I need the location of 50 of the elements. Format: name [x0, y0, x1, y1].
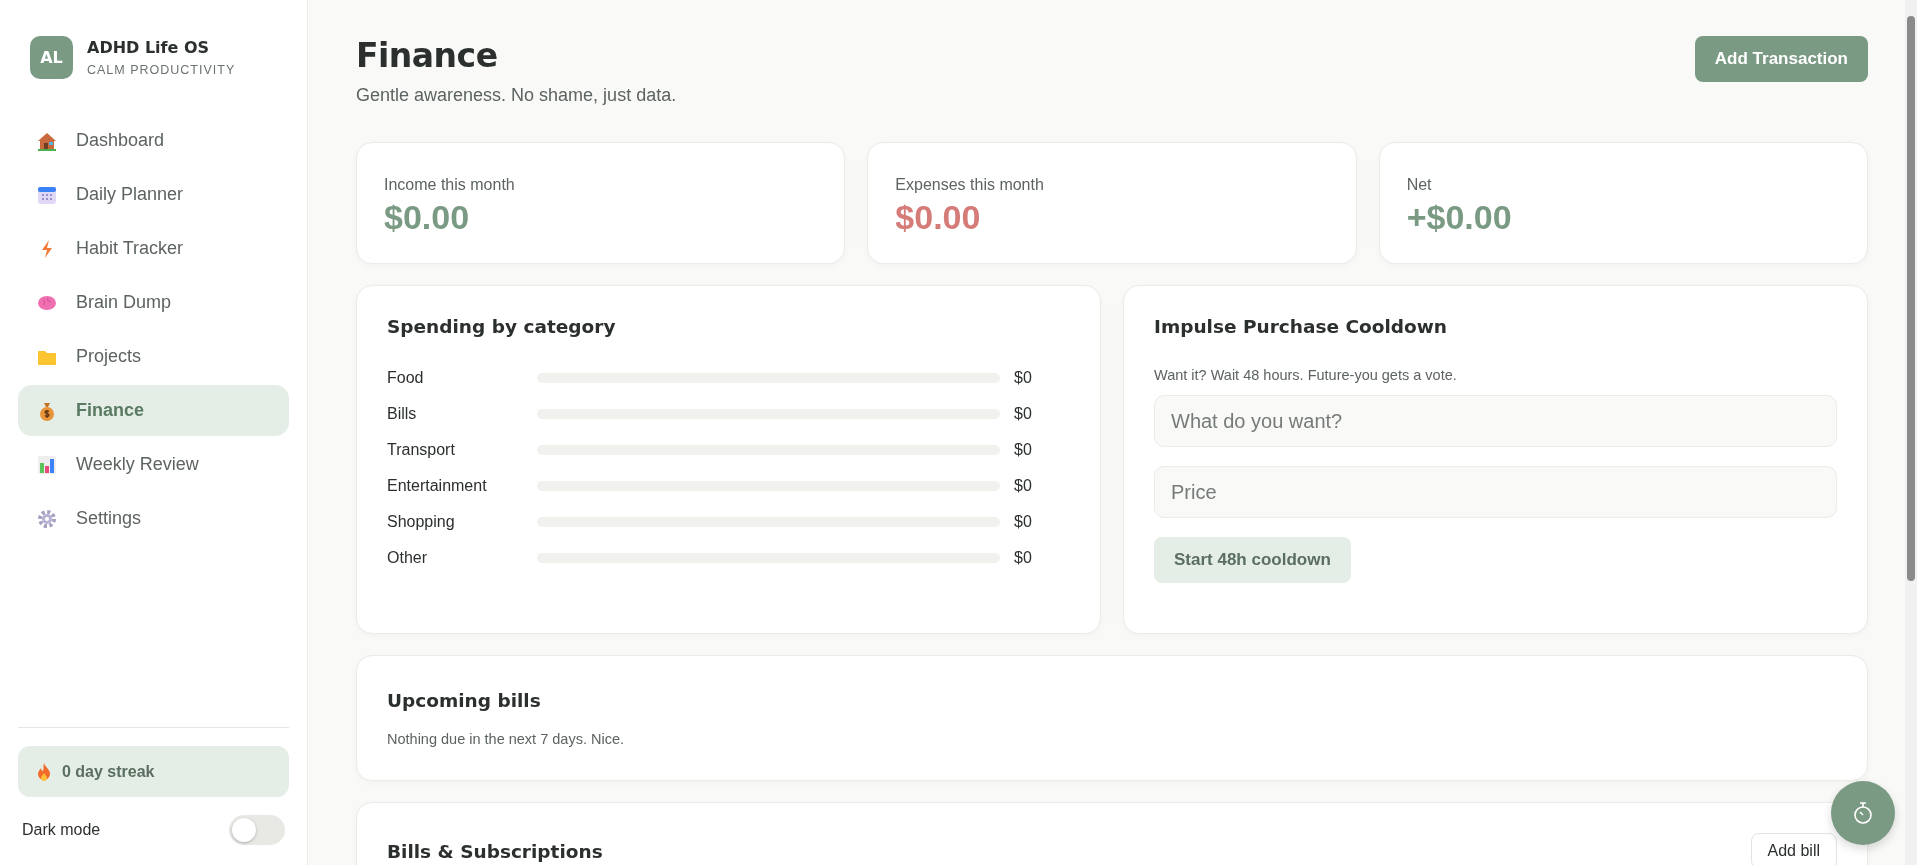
- bar-chart-icon: [36, 453, 58, 476]
- nav-item[interactable]: Brain Dump: [18, 277, 289, 328]
- stat-label: Income this month: [384, 176, 516, 194]
- category-amount: $0: [1014, 441, 1033, 459]
- category-amount: $0: [1014, 549, 1033, 567]
- card-title: Spending by category: [387, 316, 617, 337]
- page-subtitle: Gentle awareness. No shame, just data.: [356, 85, 677, 106]
- input-field[interactable]: What do you want?: [1154, 395, 1837, 447]
- stat-value: $0.00: [895, 198, 982, 237]
- card-title: Impulse Purchase Cooldown: [1154, 316, 1448, 337]
- app-tagline: CALM PRODUCTIVITY: [87, 63, 236, 77]
- nav-item[interactable]: Settings: [18, 493, 289, 544]
- category-amount: $0: [1014, 477, 1033, 495]
- stat-value: +$0.00: [1406, 198, 1513, 237]
- nav-item[interactable]: Projects: [18, 331, 289, 382]
- stopwatch-icon: [1852, 801, 1874, 825]
- card-title: Bills & Subscriptions: [387, 840, 603, 862]
- category-name: Entertainment: [387, 477, 488, 495]
- nav-item[interactable]: Daily Planner: [18, 169, 289, 220]
- category-name: Other: [387, 549, 428, 567]
- category-amount: $0: [1014, 405, 1033, 423]
- category-amount: $0: [1014, 369, 1033, 387]
- card-title: Upcoming bills: [387, 690, 542, 711]
- add-bill-button[interactable]: Add bill: [1750, 833, 1837, 865]
- start-cooldown-button[interactable]: Start 48h cooldown: [1154, 537, 1351, 583]
- streak-text: 0 day streak: [62, 762, 155, 781]
- nav-item[interactable]: Habit Tracker: [18, 223, 289, 274]
- scrollbar[interactable]: [1905, 0, 1917, 865]
- timer-button[interactable]: [1831, 781, 1895, 845]
- category-name: Transport: [387, 441, 456, 459]
- category-name: Bills: [387, 405, 418, 423]
- page-title: Finance: [356, 36, 499, 75]
- stat-label: Expenses this month: [895, 176, 1045, 194]
- nav-item[interactable]: Weekly Review: [18, 439, 289, 490]
- stat-label: Net: [1406, 176, 1433, 194]
- empty-message: Nothing due in the next 7 days. Nice.: [387, 731, 625, 747]
- app-name: ADHD Life OS: [87, 38, 211, 57]
- category-name: Food: [387, 369, 425, 387]
- cooldown-hint: Want it? Wait 48 hours. Future-you gets a vote.: [1154, 367, 1458, 383]
- dark-mode-label: Dark mode: [22, 821, 101, 839]
- fire-icon: [36, 761, 52, 782]
- category-name: Shopping: [387, 513, 456, 531]
- gear-icon: [36, 507, 58, 530]
- category-amount: $0: [1014, 513, 1033, 531]
- nav-item[interactable]: Finance: [18, 385, 289, 436]
- stat-value: $0.00: [384, 198, 471, 237]
- dark-mode-toggle[interactable]: [229, 815, 285, 845]
- input-field[interactable]: Price: [1154, 466, 1837, 518]
- avatar: AL: [30, 36, 73, 79]
- nav-item[interactable]: Dashboard: [18, 115, 289, 166]
